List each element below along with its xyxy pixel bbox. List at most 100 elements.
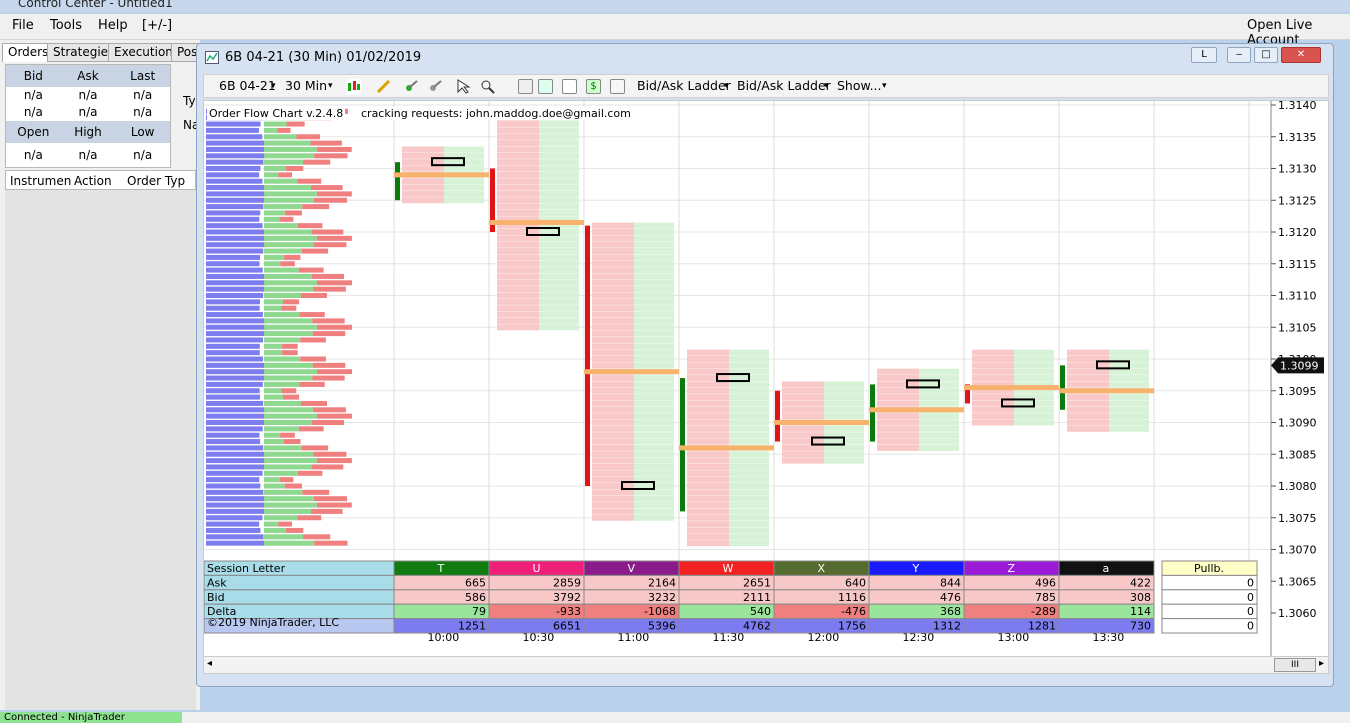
footprint-ask-cell <box>497 324 539 331</box>
footprint-bid-cell <box>634 444 674 451</box>
footprint-bid-cell <box>634 463 674 470</box>
session-value: -476 <box>841 605 866 618</box>
footprint-bid-cell <box>539 171 579 178</box>
bid-value-2: n/a <box>23 105 43 119</box>
interval-dropdown-icon[interactable]: ▾ <box>328 81 333 91</box>
profile-bid-bar <box>264 242 314 248</box>
footprint-bid-cell <box>1014 375 1054 382</box>
profile-ask-bar <box>286 121 305 127</box>
pencil-icon[interactable] <box>376 79 391 94</box>
footprint-ask-cell <box>687 387 729 394</box>
close-button[interactable]: ✕ <box>1281 47 1321 63</box>
price-axis-label: 1.3065 <box>1278 575 1317 588</box>
footprint-ask-cell <box>592 362 634 369</box>
profile-volume-bar <box>206 134 263 140</box>
footprint-ask-cell <box>877 438 919 445</box>
menu-help[interactable]: Help <box>98 18 128 33</box>
bid-header: Bid <box>23 69 43 83</box>
footprint-ask-cell <box>497 203 539 210</box>
profile-volume-bar <box>206 280 266 286</box>
show-menu[interactable]: Show... <box>837 78 882 93</box>
instrument-selector[interactable]: 6B 04-21 <box>219 78 276 93</box>
chevron-down-icon[interactable]: ▾ <box>882 81 887 91</box>
footprint-ask-cell <box>497 159 539 166</box>
profile-bid-bar <box>264 420 312 425</box>
footprint-ask-cell <box>592 457 634 464</box>
chevron-down-icon[interactable]: ▾ <box>824 81 829 91</box>
session-value: 844 <box>940 576 961 589</box>
bid-ask-ladder-menu-2[interactable]: Bid/Ask Ladder <box>737 78 831 93</box>
poc-line <box>869 407 964 413</box>
data-box-icon[interactable] <box>518 79 533 94</box>
profile-ask-bar <box>316 413 352 419</box>
profile-volume-bar <box>206 242 266 248</box>
menu-file[interactable]: File <box>12 18 34 33</box>
maximize-button[interactable]: □ <box>1254 47 1278 63</box>
profile-volume-bar <box>206 375 266 381</box>
profile-ask-bar <box>302 489 330 495</box>
bid-ask-ladder-menu-1[interactable]: Bid/Ask Ladder <box>637 78 731 93</box>
col-action[interactable]: Action <box>74 174 112 188</box>
link-button[interactable]: L <box>1191 47 1217 63</box>
interval-selector[interactable]: 30 Min <box>285 78 327 93</box>
screenshot-icon[interactable] <box>562 79 577 94</box>
footprint-bid-cell <box>634 292 674 299</box>
session-value: 476 <box>940 591 961 604</box>
profile-ask-bar <box>278 172 292 178</box>
footprint-bid-cell <box>824 457 864 464</box>
footprint-bid-cell <box>539 286 579 293</box>
profile-ask-bar <box>300 293 327 298</box>
menu-tools[interactable]: Tools <box>50 18 82 33</box>
footprint-ask-cell <box>592 267 634 274</box>
minimize-button[interactable]: ‒ <box>1227 47 1251 63</box>
zoom-icon[interactable] <box>480 79 495 94</box>
pointer-icon[interactable] <box>456 79 471 94</box>
scroll-right-icon[interactable]: ▸ <box>1319 658 1324 669</box>
footprint-bid-cell <box>634 267 674 274</box>
session-letter: Z <box>1008 562 1016 575</box>
chart-trader-icon[interactable] <box>538 79 553 94</box>
scroll-thumb[interactable]: III <box>1274 658 1316 672</box>
profile-bid-bar <box>264 331 313 337</box>
footprint-bid-cell <box>539 178 579 185</box>
ask-value: n/a <box>78 88 98 102</box>
footprint-ask-cell <box>972 362 1014 369</box>
footprint-bid-cell <box>634 489 674 496</box>
profile-volume-bar <box>206 235 266 241</box>
footprint-bid-cell <box>539 133 579 140</box>
session-value: 586 <box>465 591 486 604</box>
footprint-ask-cell <box>497 140 539 147</box>
scroll-left-icon[interactable]: ◂ <box>207 658 212 669</box>
strategies-icon[interactable] <box>428 79 443 94</box>
chart-panel[interactable]: 1.3140 1.3135 1.3130 1.3125 1.3120 1.3115 1.31… <box>203 100 1329 672</box>
chevron-down-icon[interactable]: ▾ <box>724 81 729 91</box>
session-value: -1068 <box>644 605 676 618</box>
footprint-ask-cell <box>497 133 539 140</box>
menu-expand[interactable]: [+/-] <box>142 18 172 33</box>
footprint-ask-cell <box>592 330 634 337</box>
profile-volume-bar <box>206 197 266 203</box>
footprint-bid-cell <box>634 419 674 426</box>
profile-volume-bar <box>206 515 263 521</box>
indicators-icon[interactable] <box>404 79 419 94</box>
order-flow-chart[interactable]: 1.3140 1.3135 1.3130 1.3125 1.3120 1.3115 1.31… <box>204 101 1329 672</box>
profile-bid-bar <box>264 445 302 451</box>
chart-style-icon[interactable] <box>346 79 361 94</box>
col-order-type[interactable]: Order Typ <box>127 174 185 188</box>
footprint-bid-cell <box>539 152 579 159</box>
footprint-bid-cell <box>539 260 579 267</box>
profile-bid-bar <box>264 394 283 400</box>
footprint-ask-cell <box>497 127 539 134</box>
session-value: 3232 <box>648 591 676 604</box>
dollar-icon[interactable]: $ <box>586 79 601 94</box>
col-instrument[interactable]: Instrumen <box>10 174 71 188</box>
footprint-bid-cell <box>634 305 674 312</box>
session-value: 1251 <box>458 620 486 633</box>
properties-icon[interactable] <box>610 79 625 94</box>
instrument-dropdown-icon[interactable]: ▾ <box>271 81 276 91</box>
horizontal-scrollbar[interactable]: ◂ III ▸ <box>203 656 1329 674</box>
session-value: 3792 <box>553 591 581 604</box>
profile-volume-bar <box>206 305 260 311</box>
footprint-ask-cell <box>972 368 1014 375</box>
profile-ask-bar <box>285 527 304 533</box>
